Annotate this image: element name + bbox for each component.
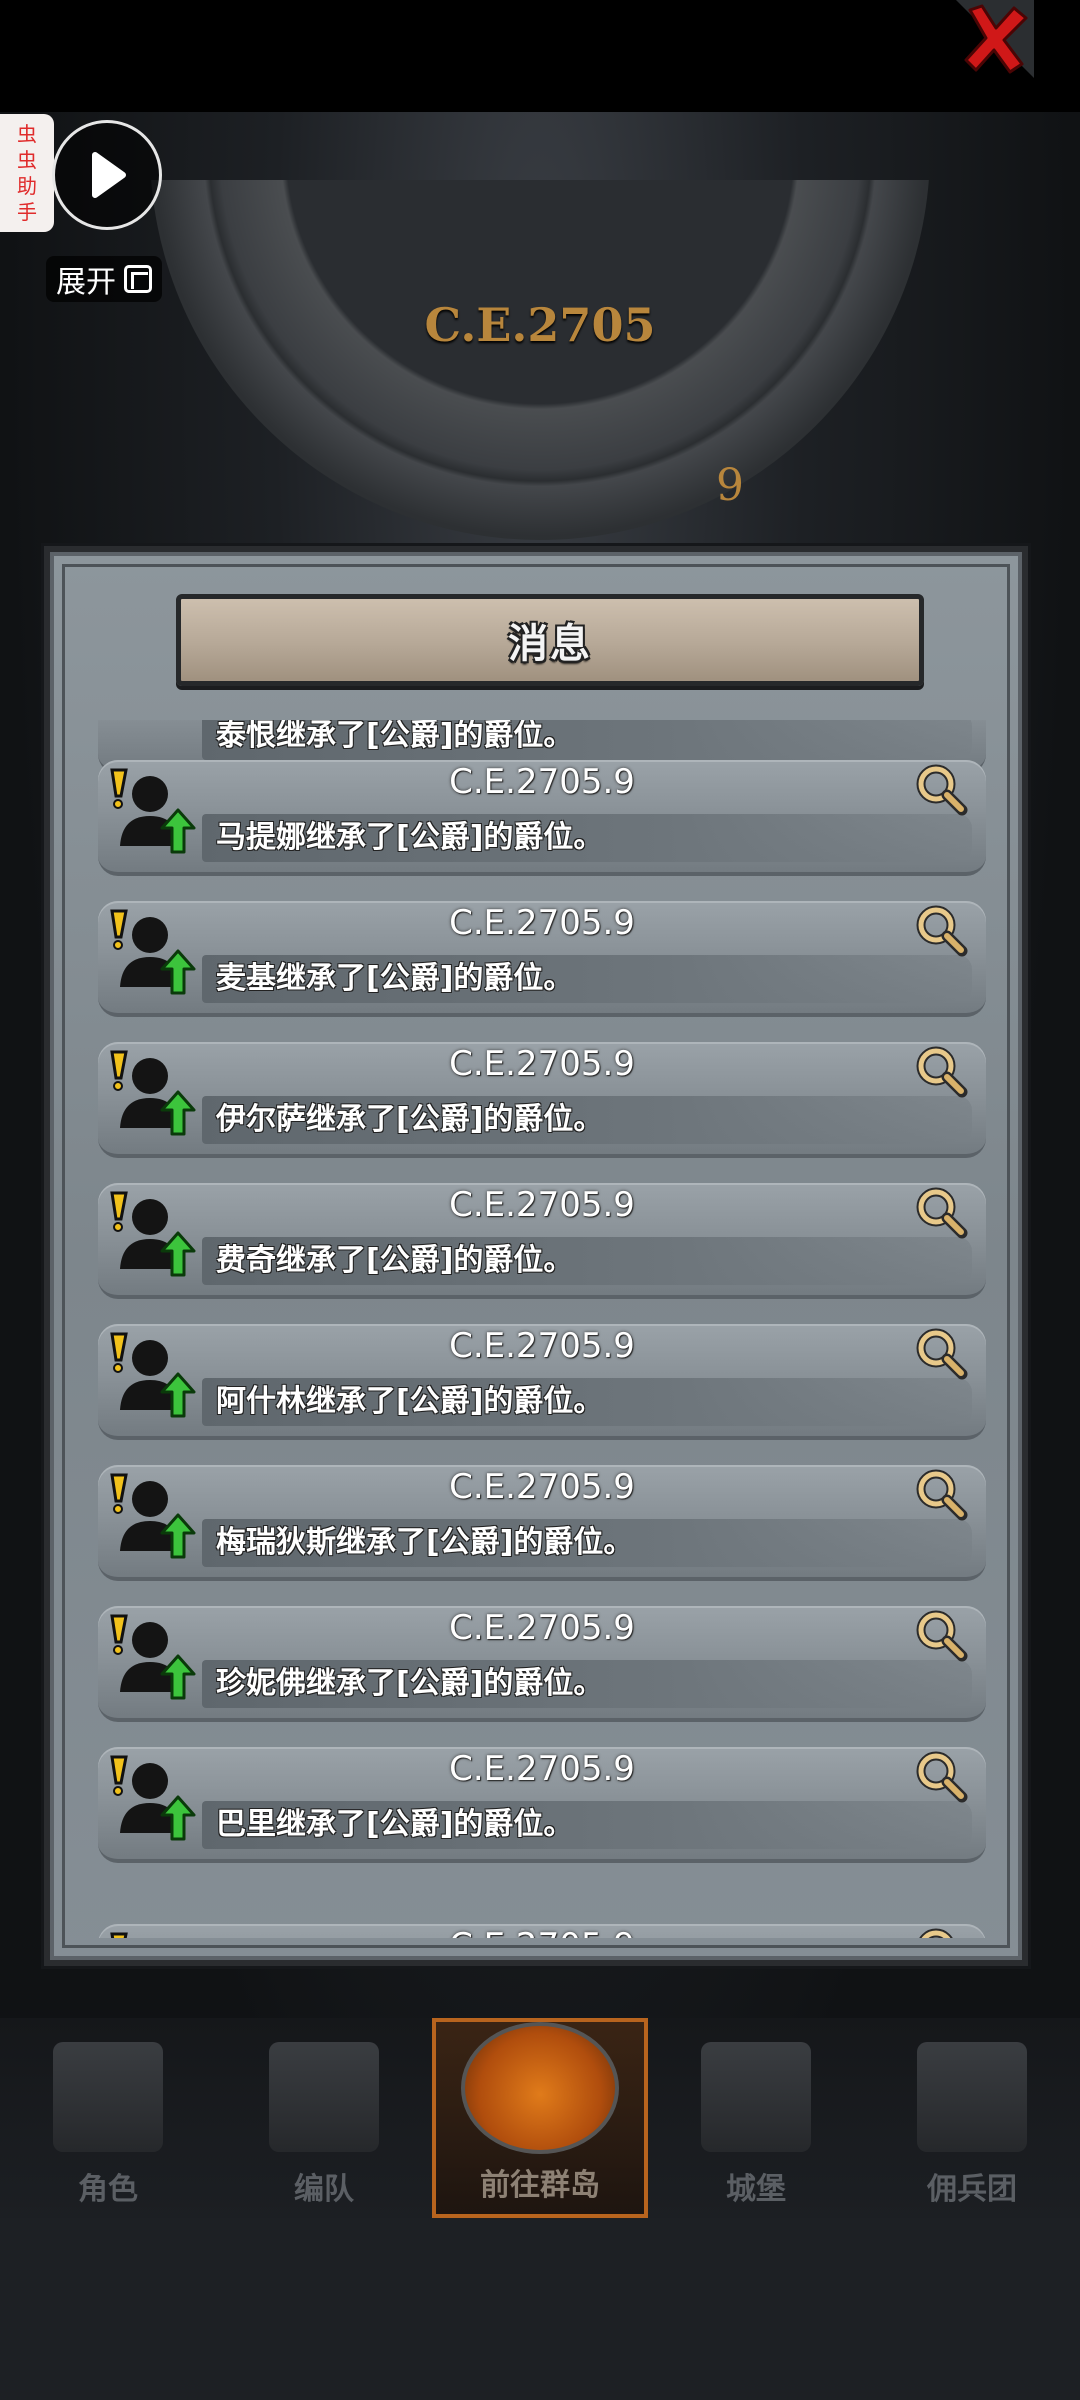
list-item: C.E.2705.9 珍妮佛继承了[公爵]的爵位。 [92,1598,992,1722]
message-text: 费奇继承了[公爵]的爵位。 [202,1237,972,1285]
expand-icon [124,265,152,293]
nav-item-formation[interactable]: 编队 [216,2018,432,2218]
succession-icon [110,1332,196,1418]
message-text: 麦基继承了[公爵]的爵位。 [202,955,972,1003]
message-date: C.E.2705.9 [92,1926,992,1938]
nav-item-castle[interactable]: 城堡 [648,2018,864,2218]
message-text: 珍妮佛继承了[公爵]的爵位。 [202,1660,972,1708]
succession-icon [110,1473,196,1559]
clock-date: C.E.2705 [424,298,656,352]
close-icon[interactable] [956,0,1034,78]
message-list[interactable]: 泰恨继承了[公爵]的爵位。 C.E.2705.9 马提娜继承了[公爵]的爵位。 C.… [92,720,992,1938]
message-text: 巴里继承了[公爵]的爵位。 [202,1801,972,1849]
list-item: C.E.2705.9 马提娜继承了[公爵]的爵位。 [92,752,992,876]
message-date: C.E.2705.9 [449,1185,635,1225]
list-item: C.E.2705.9 阿什林继承了[公爵]的爵位。 [92,1316,992,1440]
succession-icon [110,1755,196,1841]
bottom-navigation: 角色 编队 前往群岛 城堡 佣兵团 [0,2018,1080,2218]
helper-char: 手 [17,200,37,224]
message-text: 梅瑞狄斯继承了[公爵]的爵位。 [202,1519,972,1567]
search-icon[interactable] [914,1749,968,1803]
helmet-icon [269,2042,379,2152]
succession-icon [110,1191,196,1277]
message-date: C.E.2705.9 [449,1608,635,1648]
helper-char: 虫 [17,148,37,172]
play-button[interactable] [52,120,162,230]
nav-label: 前往群岛 [480,2168,600,2203]
search-icon[interactable] [914,1185,968,1239]
helper-char: 助 [17,174,37,198]
message-text: 阿什林继承了[公爵]的爵位。 [202,1378,972,1426]
list-item: C.E.2705.9 梅瑞狄斯继承了[公爵]的爵位。 [92,1457,992,1581]
expand-button[interactable]: 展开 [46,256,162,302]
castle-icon [701,2042,811,2152]
play-icon [92,152,126,198]
expand-label: 展开 [56,265,116,300]
helper-tab[interactable]: 虫 虫 助 手 [0,114,54,232]
list-item: C.E.2705.9 [92,1916,992,1938]
succession-icon [110,1050,196,1136]
message-date: C.E.2705.9 [449,1467,635,1507]
list-item: C.E.2705.9 费奇继承了[公爵]的爵位。 [92,1175,992,1299]
search-icon[interactable] [914,903,968,957]
nav-label: 角色 [78,2172,138,2207]
search-icon[interactable] [914,1044,968,1098]
succession-icon [110,768,196,854]
nav-item-character[interactable]: 角色 [0,2018,216,2218]
list-item: C.E.2705.9 巴里继承了[公爵]的爵位。 [92,1739,992,1863]
nav-label: 编队 [294,2172,354,2207]
nav-label: 佣兵团 [927,2172,1017,2207]
succession-icon [110,909,196,995]
pumpkin-icon [461,2022,619,2154]
message-date: C.E.2705.9 [449,1326,635,1366]
helper-char: 虫 [17,122,37,146]
list-item: C.E.2705.9 麦基继承了[公爵]的爵位。 [92,893,992,1017]
nav-item-mercenary[interactable]: 佣兵团 [864,2018,1080,2218]
message-date: C.E.2705.9 [449,1749,635,1789]
nav-label: 城堡 [726,2172,786,2207]
succession-icon [110,1614,196,1700]
search-icon[interactable] [914,1926,968,1938]
search-icon[interactable] [914,762,968,816]
message-text: 马提娜继承了[公爵]的爵位。 [202,814,972,862]
message-date: C.E.2705.9 [449,762,635,802]
exclamation-icon [110,1932,128,1938]
bottom-background [0,2218,1080,2400]
dialog-title-plate: 消息 [176,594,924,686]
message-dialog: 消息 泰恨继承了[公爵]的爵位。 C.E.2705.9 马提娜继承了[公爵]的爵位… [44,546,1028,1966]
mercenary-icon [917,2042,1027,2152]
status-bar [0,0,1080,112]
nav-item-islands[interactable]: 前往群岛 [432,2018,648,2218]
search-icon[interactable] [914,1608,968,1662]
message-date: C.E.2705.9 [449,1044,635,1084]
message-date: C.E.2705.9 [449,903,635,943]
clock-hour: 9 [716,460,744,511]
knight-icon [53,2042,163,2152]
search-icon[interactable] [914,1326,968,1380]
dialog-title: 消息 [508,621,592,667]
message-text: 伊尔萨继承了[公爵]的爵位。 [202,1096,972,1144]
list-item: C.E.2705.9 伊尔萨继承了[公爵]的爵位。 [92,1034,992,1158]
search-icon[interactable] [914,1467,968,1521]
